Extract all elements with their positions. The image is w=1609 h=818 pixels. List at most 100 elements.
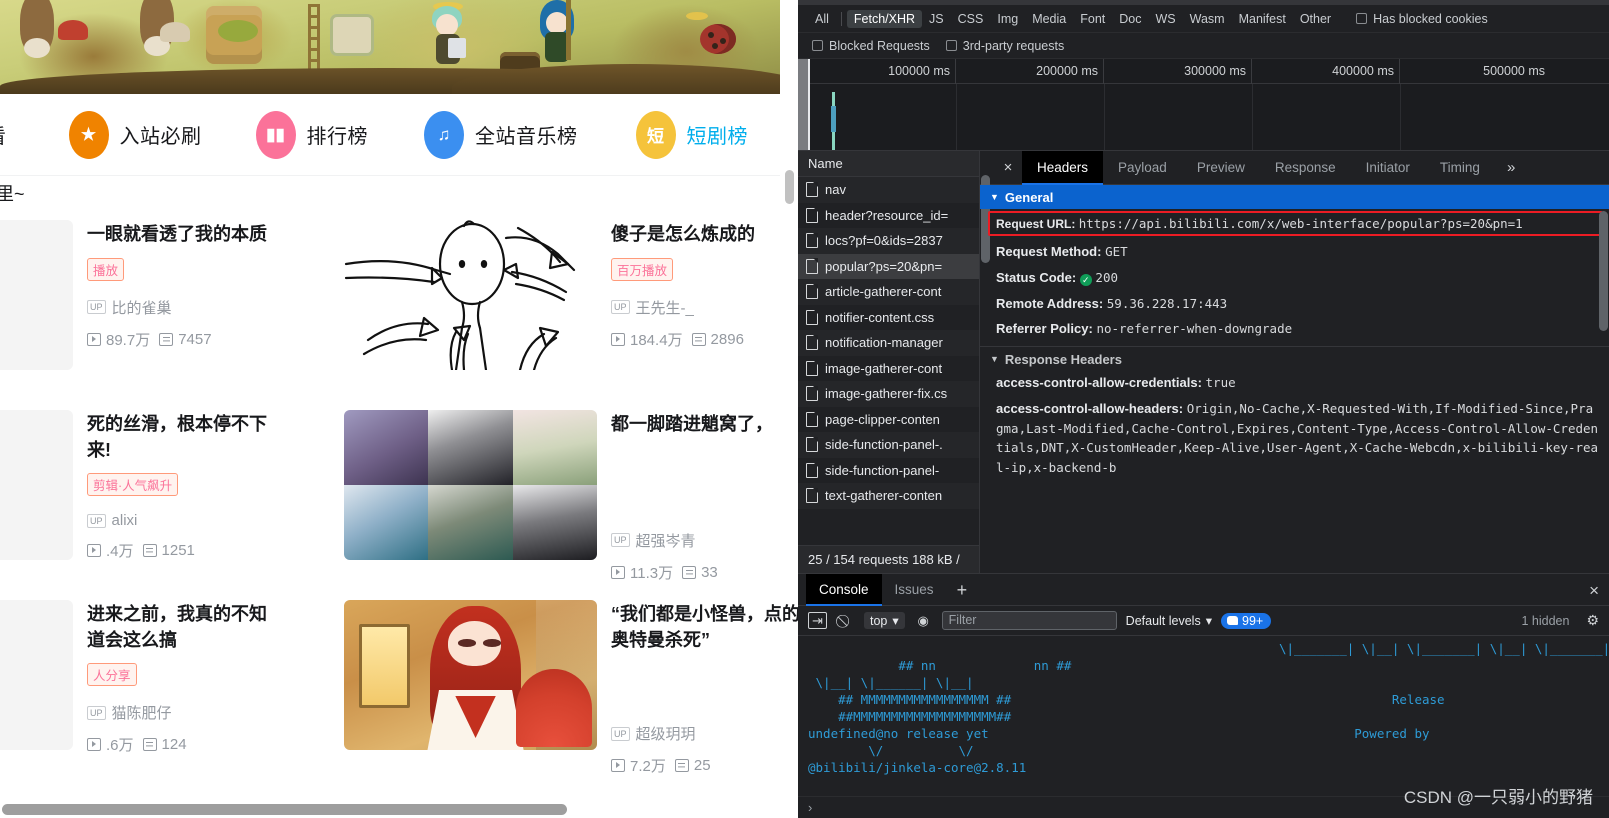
checkbox-icon	[812, 40, 823, 51]
request-name: image-gatherer-cont	[825, 360, 943, 376]
play-count-icon	[611, 759, 625, 773]
response-headers-section-header[interactable]: ▼ Response Headers	[980, 346, 1609, 370]
clear-console-icon[interactable]: ⃠	[836, 612, 855, 629]
nav-item-partial[interactable]: 看	[0, 120, 7, 149]
card-title[interactable]: 都一脚踏进魈窝了，	[611, 412, 798, 438]
filter-type-other[interactable]: Other	[1293, 10, 1338, 28]
network-overview-timeline[interactable]: 100000 ms 200000 ms 300000 ms 400000 ms …	[798, 59, 1609, 151]
request-url-value[interactable]: https://api.bilibili.com/x/web-interface…	[1079, 216, 1523, 231]
network-row[interactable]: notification-manager	[798, 330, 979, 356]
filter-type-font[interactable]: Font	[1073, 10, 1112, 28]
video-card[interactable]: 一眼就看透了我的本质 播放 UP 比的雀巢 89.7万 7457	[0, 220, 277, 410]
video-card[interactable]: 进来之前，我真的不知道会这么搞 人分享 UP 猫陈肥仔 .6万 124	[0, 600, 277, 790]
card-uploader[interactable]: UP 超强岑青	[611, 530, 798, 551]
filter-type-js[interactable]: JS	[922, 10, 951, 28]
filter-type-media[interactable]: Media	[1025, 10, 1073, 28]
card-title[interactable]: 傻子是怎么炼成的	[611, 222, 798, 248]
card-title[interactable]: 死的丝滑，根本停不下来!	[87, 412, 277, 463]
detail-scrollbar[interactable]	[1599, 185, 1608, 573]
video-card[interactable]: “我们都是小怪兽，点的奥特曼杀死” UP 超级玥玥 7.2万 25	[344, 600, 798, 790]
network-rows: nav header?resource_id= locs?pf=0&ids=28…	[798, 177, 979, 545]
uploader-name: 超级玥玥	[635, 726, 696, 744]
network-row[interactable]: image-gatherer-fix.cs	[798, 381, 979, 407]
card-thumbnail[interactable]	[0, 220, 73, 370]
scrollbar-thumb[interactable]	[1599, 211, 1608, 331]
card-uploader[interactable]: UP alixi	[87, 512, 277, 529]
scroll-down-arrow-icon[interactable]	[785, 793, 794, 802]
network-row[interactable]: locs?pf=0&ids=2837	[798, 228, 979, 254]
live-expression-eye-icon[interactable]: ◉	[914, 612, 933, 629]
card-stats: 184.4万 2896	[611, 329, 798, 350]
network-row-selected[interactable]: popular?ps=20&pn=	[798, 253, 979, 279]
nav-item-short-drama[interactable]: 短 短剧榜	[635, 110, 749, 159]
card-title[interactable]: “我们都是小怪兽，点的奥特曼杀死”	[611, 602, 798, 653]
log-levels-selector[interactable]: Default levels ▾	[1126, 613, 1212, 629]
tab-preview[interactable]: Preview	[1182, 151, 1260, 185]
network-row[interactable]: header?resource_id=	[798, 203, 979, 229]
filter-type-css[interactable]: CSS	[951, 10, 991, 28]
network-name-column-header[interactable]: Name	[798, 151, 979, 177]
card-thumbnail[interactable]	[344, 220, 597, 370]
console-sidebar-toggle-icon[interactable]: ⇥	[808, 612, 827, 629]
card-uploader[interactable]: UP 比的雀巢	[87, 297, 277, 318]
nav-item-ranking[interactable]: ▮▮ 排行榜	[255, 110, 369, 159]
execution-context-selector[interactable]: top ▾	[864, 612, 905, 629]
card-title[interactable]: 一眼就看透了我的本质	[87, 222, 277, 248]
nav-item-music-chart[interactable]: ♫ 全站音乐榜	[424, 110, 578, 159]
banner-barrel	[330, 14, 374, 56]
danmaku-count: 25	[693, 757, 711, 775]
video-card[interactable]: 傻子是怎么炼成的 百万播放 UP 王先生-_ 184.4万 2896	[344, 220, 798, 410]
third-party-requests-checkbox[interactable]: 3rd-party requests	[945, 39, 1064, 53]
filter-type-wasm[interactable]: Wasm	[1183, 10, 1232, 28]
issues-count-badge[interactable]: 99+	[1221, 612, 1272, 629]
blocked-requests-checkbox[interactable]: Blocked Requests	[812, 39, 930, 53]
card-uploader[interactable]: UP 猫陈肥仔	[87, 702, 277, 723]
network-row[interactable]: nav	[798, 177, 979, 203]
filter-type-ws[interactable]: WS	[1148, 10, 1182, 28]
network-row[interactable]: side-function-panel-	[798, 458, 979, 484]
close-icon[interactable]: ×	[994, 159, 1022, 176]
tab-console[interactable]: Console	[806, 573, 882, 606]
general-section-header[interactable]: ▼ General	[980, 185, 1609, 209]
tab-issues[interactable]: Issues	[882, 574, 947, 606]
filter-type-fetch-xhr[interactable]: Fetch/XHR	[846, 9, 923, 28]
card-uploader[interactable]: UP 超级玥玥	[611, 723, 798, 744]
tab-timing[interactable]: Timing	[1425, 151, 1495, 185]
add-tab-icon[interactable]: +	[947, 581, 978, 599]
has-blocked-cookies-checkbox[interactable]: Has blocked cookies	[1356, 12, 1488, 26]
close-drawer-icon[interactable]: ×	[1589, 581, 1599, 601]
console-filter-input[interactable]: Filter	[941, 611, 1117, 630]
video-card[interactable]: 都一脚踏进魈窝了， UP 超强岑青 11.3万 33	[344, 410, 798, 600]
scrollbar-thumb[interactable]	[2, 804, 567, 815]
more-tabs-icon[interactable]: »	[1495, 159, 1527, 176]
filter-type-img[interactable]: Img	[990, 10, 1025, 28]
nav-item-must-watch[interactable]: ★ 入站必刷	[68, 110, 202, 159]
scrollbar-thumb[interactable]	[785, 170, 794, 204]
tab-payload[interactable]: Payload	[1103, 151, 1182, 185]
card-thumbnail[interactable]	[344, 600, 597, 750]
card-title[interactable]: 进来之前，我真的不知道会这么搞	[87, 602, 277, 653]
network-row[interactable]: text-gatherer-conten	[798, 483, 979, 509]
overview-cursor[interactable]	[808, 59, 810, 150]
page-horizontal-scrollbar[interactable]	[2, 804, 762, 815]
network-row[interactable]: page-clipper-conten	[798, 407, 979, 433]
card-thumbnail[interactable]	[344, 410, 597, 560]
card-thumbnail[interactable]	[0, 600, 73, 750]
filter-type-all[interactable]: All	[808, 10, 836, 28]
network-row[interactable]: notifier-content.css	[798, 305, 979, 331]
network-row[interactable]: article-gatherer-cont	[798, 279, 979, 305]
video-card[interactable]: 死的丝滑，根本停不下来! 剪辑·人气飙升 UP alixi .4万 1251	[0, 410, 277, 600]
network-row[interactable]: image-gatherer-cont	[798, 356, 979, 382]
card-thumbnail[interactable]	[0, 410, 73, 560]
file-icon	[806, 487, 819, 504]
stick-figure-doodle-icon	[344, 220, 576, 370]
page-vertical-scrollbar[interactable]	[785, 170, 794, 802]
tab-headers[interactable]: Headers	[1022, 150, 1104, 185]
tab-response[interactable]: Response	[1260, 151, 1351, 185]
tab-initiator[interactable]: Initiator	[1351, 151, 1425, 185]
network-row[interactable]: side-function-panel-.	[798, 432, 979, 458]
filter-type-doc[interactable]: Doc	[1112, 10, 1148, 28]
filter-type-manifest[interactable]: Manifest	[1232, 10, 1293, 28]
gear-icon[interactable]: ⚙	[1586, 612, 1599, 629]
card-uploader[interactable]: UP 王先生-_	[611, 297, 798, 318]
